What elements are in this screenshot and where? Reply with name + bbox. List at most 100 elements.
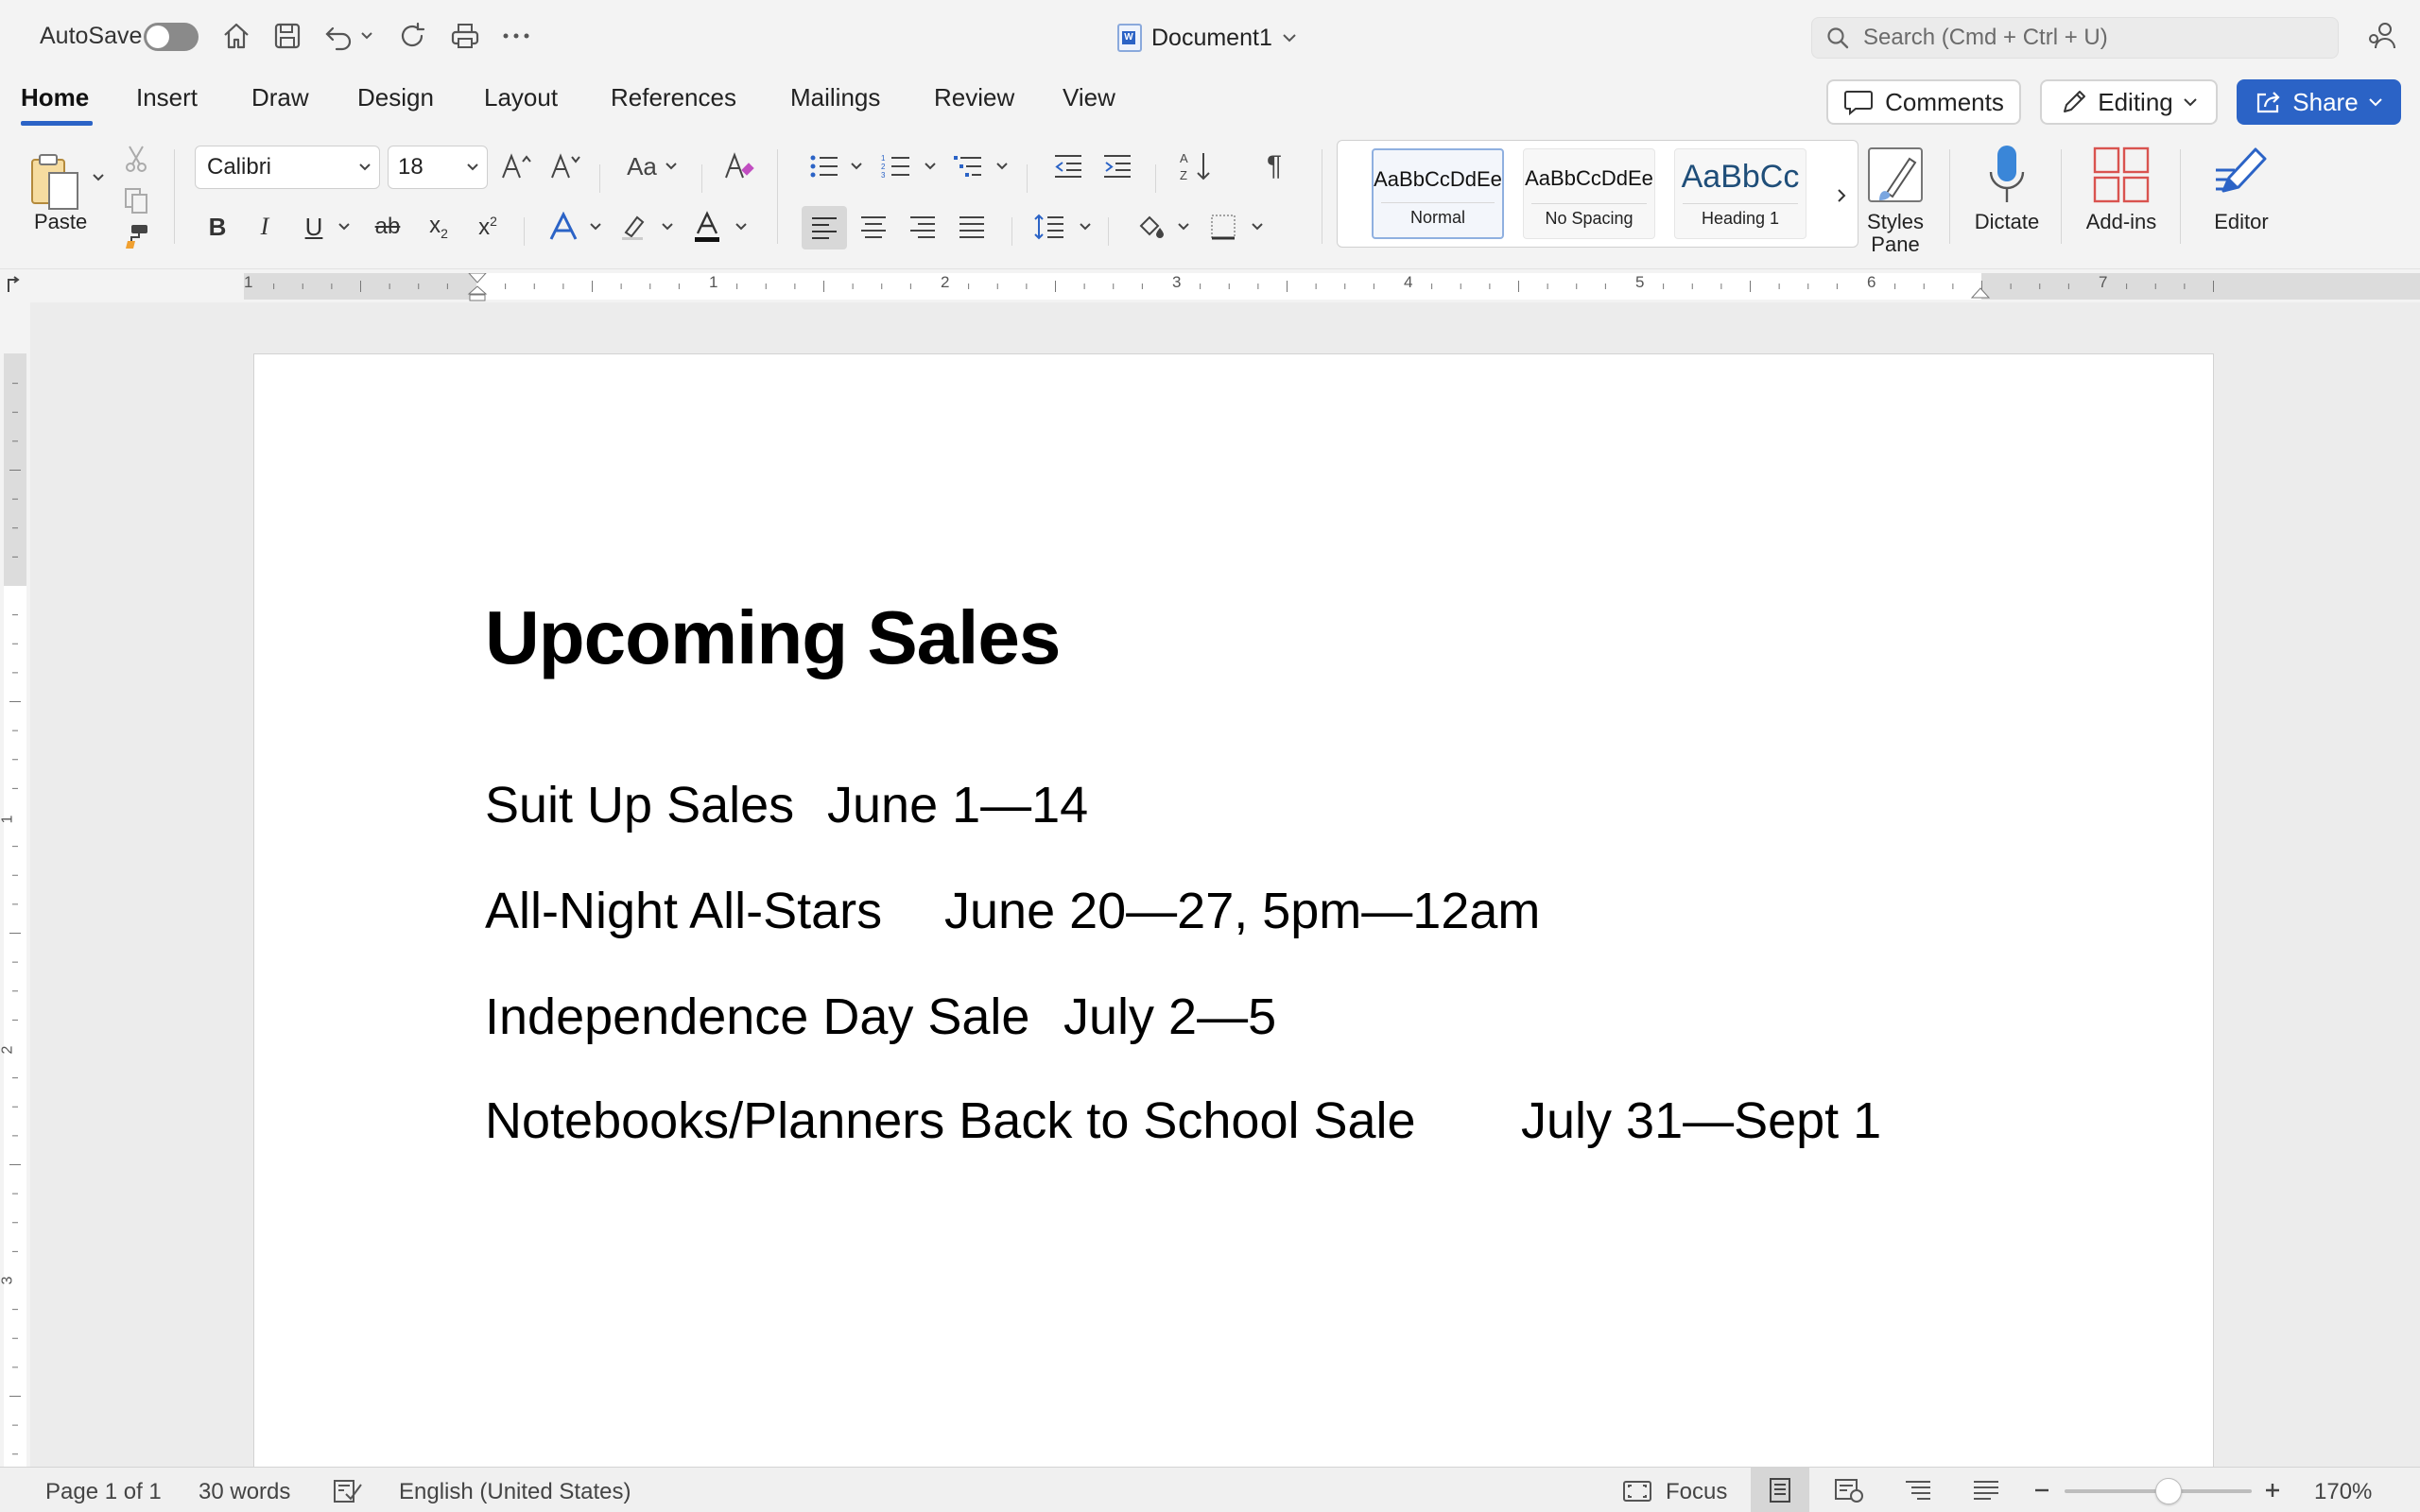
document-title[interactable]: W Document1: [1117, 21, 1297, 55]
decrease-indent-icon[interactable]: [1049, 147, 1087, 185]
text-effects-chevron-icon[interactable]: [586, 217, 605, 236]
print-icon[interactable]: [446, 17, 484, 55]
paste-options-chevron-icon[interactable]: [89, 168, 108, 187]
tab-layout[interactable]: Layout: [484, 83, 558, 112]
align-left-button[interactable]: [802, 206, 847, 249]
autosave-toggle[interactable]: [144, 23, 199, 51]
paste-button[interactable]: [25, 144, 89, 219]
tab-view[interactable]: View: [1063, 83, 1115, 112]
font-color-chevron-icon[interactable]: [732, 217, 751, 236]
home-icon[interactable]: [217, 17, 255, 55]
style-heading-1[interactable]: AaBbCc Heading 1: [1674, 148, 1806, 239]
focus-mode-icon[interactable]: [1622, 1479, 1652, 1503]
account-share-icon[interactable]: [2363, 17, 2401, 55]
language-status[interactable]: English (United States): [399, 1479, 631, 1505]
numbering-chevron-icon[interactable]: [921, 157, 940, 176]
bullets-icon[interactable]: [805, 147, 843, 185]
page-count[interactable]: Page 1 of 1: [45, 1479, 162, 1505]
chevron-right-icon[interactable]: [1829, 179, 1854, 213]
save-icon[interactable]: [268, 17, 306, 55]
zoom-level[interactable]: 170%: [2314, 1479, 2372, 1505]
multilevel-list-chevron-icon[interactable]: [993, 157, 1011, 176]
right-indent-marker[interactable]: [1970, 284, 1991, 300]
comments-button[interactable]: Comments: [1826, 79, 2021, 125]
shading-chevron-icon[interactable]: [1174, 217, 1193, 236]
search-input[interactable]: [1863, 25, 2317, 51]
highlight-icon[interactable]: [614, 208, 652, 246]
increase-font-size-icon[interactable]: [497, 147, 535, 185]
web-layout-icon[interactable]: [1834, 1477, 1864, 1503]
justify-icon[interactable]: [953, 208, 991, 246]
clear-formatting-icon[interactable]: [720, 147, 758, 185]
outline-view-icon[interactable]: [1904, 1479, 1932, 1502]
tab-review[interactable]: Review: [934, 83, 1014, 112]
print-layout-view-button[interactable]: [1751, 1468, 1809, 1512]
line-spacing-icon[interactable]: [1030, 208, 1068, 246]
horizontal-ruler[interactable]: 1 1 2 3 4 5 6 7: [244, 273, 2420, 301]
borders-chevron-icon[interactable]: [1248, 217, 1267, 236]
underline-options-chevron-icon[interactable]: [335, 217, 354, 236]
tab-draw[interactable]: Draw: [251, 83, 309, 112]
styles-pane-button[interactable]: [1864, 142, 1927, 208]
decrease-font-size-icon[interactable]: [546, 147, 584, 185]
sort-icon[interactable]: AZ: [1176, 147, 1214, 185]
sale-line[interactable]: All-Night All-Stars June 20—27, 5pm—12am: [485, 882, 1540, 940]
document-heading[interactable]: Upcoming Sales: [485, 594, 1061, 681]
cut-icon[interactable]: [119, 142, 153, 176]
sale-line[interactable]: Independence Day Sale July 2—5: [485, 988, 1276, 1046]
share-button[interactable]: Share: [2237, 79, 2401, 125]
search-box[interactable]: [1811, 17, 2339, 59]
tab-mailings[interactable]: Mailings: [790, 83, 880, 112]
undo-icon[interactable]: [320, 17, 357, 55]
word-count[interactable]: 30 words: [199, 1479, 290, 1505]
superscript-button[interactable]: x2: [471, 208, 505, 246]
style-no-spacing[interactable]: AaBbCcDdEe No Spacing: [1523, 148, 1655, 239]
bullets-chevron-icon[interactable]: [847, 157, 866, 176]
document-page[interactable]: Upcoming Sales Suit Up Sales June 1—14 A…: [253, 353, 2214, 1467]
highlight-chevron-icon[interactable]: [658, 217, 677, 236]
editing-mode-button[interactable]: Editing: [2040, 79, 2218, 125]
proofing-icon[interactable]: [333, 1477, 363, 1503]
strikethrough-button[interactable]: ab: [369, 208, 406, 246]
text-effects-icon[interactable]: [544, 208, 582, 246]
font-size-select[interactable]: 18: [388, 146, 488, 189]
multilevel-list-icon[interactable]: [949, 147, 987, 185]
editor-button[interactable]: [2208, 142, 2274, 208]
first-line-indent-marker[interactable]: [467, 273, 488, 301]
show-formatting-marks-icon[interactable]: ¶: [1255, 147, 1293, 185]
redo-icon[interactable]: [393, 17, 431, 55]
change-case-button[interactable]: Aa: [618, 147, 686, 185]
line-spacing-chevron-icon[interactable]: [1076, 217, 1095, 236]
draft-view-icon[interactable]: [1972, 1479, 2000, 1502]
add-ins-button[interactable]: [2091, 142, 2152, 208]
sale-line[interactable]: Notebooks/Planners Back to School Sale J…: [485, 1091, 1881, 1150]
vertical-ruler[interactable]: 1 2 3: [0, 302, 30, 1467]
zoom-in-icon[interactable]: [2263, 1481, 2282, 1500]
format-painter-icon[interactable]: [119, 219, 153, 253]
zoom-slider-handle[interactable]: [2155, 1478, 2182, 1504]
copy-icon[interactable]: [119, 183, 153, 217]
dictate-button[interactable]: [1983, 142, 2031, 208]
tab-selector-icon[interactable]: [4, 275, 23, 294]
sale-line[interactable]: Suit Up Sales June 1—14: [485, 776, 1088, 834]
zoom-out-icon[interactable]: [2032, 1481, 2051, 1500]
underline-button[interactable]: U: [297, 208, 331, 246]
align-right-icon[interactable]: [904, 208, 942, 246]
font-name-select[interactable]: Calibri: [195, 146, 380, 189]
align-center-icon[interactable]: [855, 208, 892, 246]
more-options-icon[interactable]: [497, 17, 535, 55]
numbering-icon[interactable]: 123: [877, 147, 915, 185]
tab-home[interactable]: Home: [21, 83, 89, 112]
tab-insert[interactable]: Insert: [136, 83, 198, 112]
undo-dropdown-chevron-icon[interactable]: [357, 17, 376, 55]
bold-button[interactable]: B: [200, 208, 234, 246]
focus-label[interactable]: Focus: [1666, 1479, 1727, 1505]
subscript-button[interactable]: x2: [422, 208, 456, 246]
italic-button[interactable]: I: [248, 208, 282, 246]
tab-references[interactable]: References: [611, 83, 736, 112]
increase-indent-icon[interactable]: [1098, 147, 1136, 185]
font-color-icon[interactable]: [688, 208, 726, 246]
style-normal[interactable]: AaBbCcDdEe Normal: [1372, 148, 1504, 239]
shading-icon[interactable]: [1132, 208, 1170, 246]
tab-design[interactable]: Design: [357, 83, 434, 112]
